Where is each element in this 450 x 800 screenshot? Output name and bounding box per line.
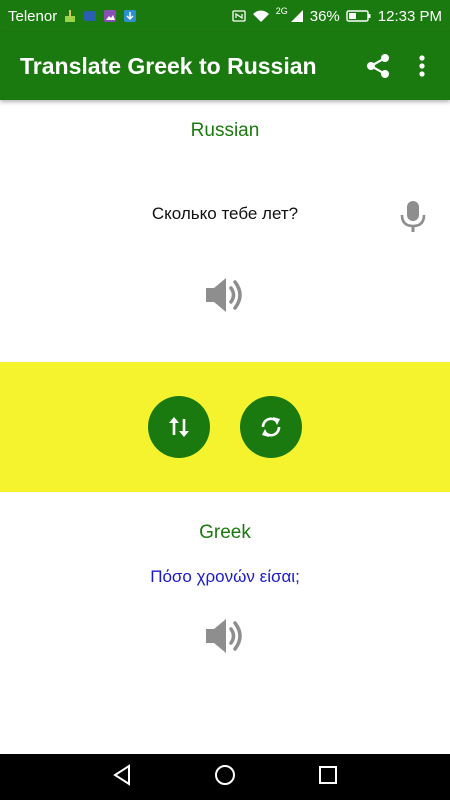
network-type: 2G <box>275 6 288 16</box>
download-icon <box>123 9 137 23</box>
recents-icon <box>318 765 338 790</box>
speaker-icon <box>202 616 248 656</box>
swap-vert-icon <box>168 415 190 439</box>
status-right: 2G 36% 12:33 PM <box>232 6 442 25</box>
battery-icon <box>346 9 372 23</box>
nav-bar <box>0 754 450 800</box>
gallery-icon <box>103 9 117 23</box>
back-icon <box>111 763 133 791</box>
msg-icon <box>83 9 97 23</box>
mic-button[interactable] <box>396 198 430 234</box>
nfc-icon <box>232 9 246 23</box>
source-language-label[interactable]: Russian <box>0 120 450 142</box>
wifi-icon <box>252 9 270 23</box>
battery-percent: 36% <box>309 7 340 25</box>
status-left: Telenor <box>8 8 137 25</box>
home-button[interactable] <box>210 762 240 792</box>
app-bar: Translate Greek to Russian <box>0 32 450 100</box>
status-bar: Telenor 2G 36% 12:33 PM <box>0 0 450 32</box>
control-band <box>0 362 450 492</box>
share-icon <box>366 53 390 79</box>
app-title: Translate Greek to Russian <box>20 52 317 79</box>
more-vert-icon <box>419 55 425 77</box>
cleaner-icon <box>63 9 77 23</box>
clock: 12:33 PM <box>377 7 442 25</box>
home-icon <box>214 764 236 791</box>
recents-button[interactable] <box>313 762 343 792</box>
mic-icon <box>396 201 430 238</box>
share-button[interactable] <box>356 44 400 88</box>
signal-icon <box>290 9 304 23</box>
carrier-name: Telenor <box>8 7 58 25</box>
back-button[interactable] <box>107 762 137 792</box>
swap-languages-button[interactable] <box>148 396 210 458</box>
target-speaker-button[interactable] <box>202 616 248 656</box>
refresh-icon <box>258 414 284 440</box>
overflow-menu-button[interactable] <box>400 44 444 88</box>
source-text[interactable]: Сколько тебе лет? <box>20 204 430 224</box>
source-speaker-button[interactable] <box>202 275 248 315</box>
target-language-label[interactable]: Greek <box>0 522 450 544</box>
refresh-button[interactable] <box>240 396 302 458</box>
target-text: Πόσο χρονών είσαι; <box>150 567 300 586</box>
speaker-icon <box>202 275 248 315</box>
